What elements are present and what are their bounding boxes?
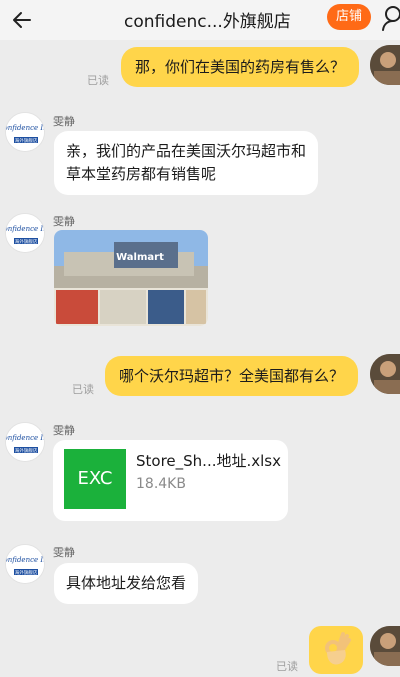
shop-logo-brand: Confidence Inc. (6, 225, 45, 233)
shop-logo-sub: 海外旗舰店 (15, 238, 38, 245)
message-text-line: 草本堂药房都有销售呢 (66, 165, 217, 183)
message-text: 哪个沃尔玛超市？全美国都有么？ (119, 367, 345, 385)
file-name: Store_Sh...地址.xlsx (136, 452, 281, 470)
message-bubble-incoming[interactable]: 亲，我们的产品在美国沃尔玛超市和 草本堂药房都有销售呢 (54, 131, 319, 195)
profile-icon[interactable] (381, 5, 400, 31)
message-bubble-outgoing[interactable]: 那，你们在美国的药房有售么？ (121, 47, 360, 87)
read-status: 已读 (276, 660, 298, 673)
message-bubble-outgoing[interactable] (309, 626, 363, 674)
shop-logo-sub: 海外旗舰店 (15, 137, 38, 144)
user-avatar[interactable] (370, 354, 400, 394)
message-text: 那，你们在美国的药房有售么？ (135, 58, 346, 76)
shop-logo-brand: Confidence Inc. (6, 434, 45, 442)
shop-logo-brand: Confidence Inc. (6, 124, 45, 132)
shop-avatar[interactable]: Confidence Inc. 海外旗舰店 (5, 213, 45, 253)
read-status: 已读 (87, 74, 109, 87)
chat-title: confidenc...外旗舰店 (124, 12, 291, 32)
walmart-sign: Walmart (116, 252, 164, 263)
read-status: 已读 (72, 383, 94, 396)
sender-name: 雯静 (53, 115, 75, 128)
message-bubble-incoming[interactable]: 具体地址发给您看 (54, 563, 199, 604)
message-text: 具体地址发给您看 (66, 574, 187, 592)
chat-header: confidenc...外旗舰店 店铺 (0, 0, 400, 40)
file-size: 18.4KB (136, 476, 186, 492)
user-avatar[interactable] (370, 45, 400, 85)
back-arrow-icon[interactable] (8, 6, 36, 34)
message-text-line: 亲，我们的产品在美国沃尔玛超市和 (66, 142, 307, 160)
sender-name: 雯静 (53, 546, 75, 559)
shop-logo-sub: 海外旗舰店 (15, 569, 38, 576)
excel-file-icon: EXC (64, 449, 126, 509)
file-attachment-card[interactable]: EXC Store_Sh...地址.xlsx 18.4KB (53, 440, 288, 521)
shop-button[interactable]: 店铺 (327, 4, 371, 30)
shop-avatar[interactable]: Confidence Inc. 海外旗舰店 (5, 422, 45, 462)
ok-hand-emoji-icon (325, 632, 351, 665)
shop-logo-sub: 海外旗舰店 (15, 447, 38, 454)
shop-avatar[interactable]: Confidence Inc. 海外旗舰店 (5, 544, 45, 584)
shop-avatar[interactable]: Confidence Inc. 海外旗舰店 (5, 112, 45, 152)
message-bubble-outgoing[interactable]: 哪个沃尔玛超市？全美国都有么？ (105, 356, 359, 396)
sender-name: 雯静 (53, 424, 75, 437)
shop-logo-brand: Confidence Inc. (6, 556, 45, 564)
user-avatar[interactable] (370, 626, 400, 666)
walmart-photo[interactable]: Walmart (54, 230, 208, 326)
sender-name: 雯静 (53, 215, 75, 228)
